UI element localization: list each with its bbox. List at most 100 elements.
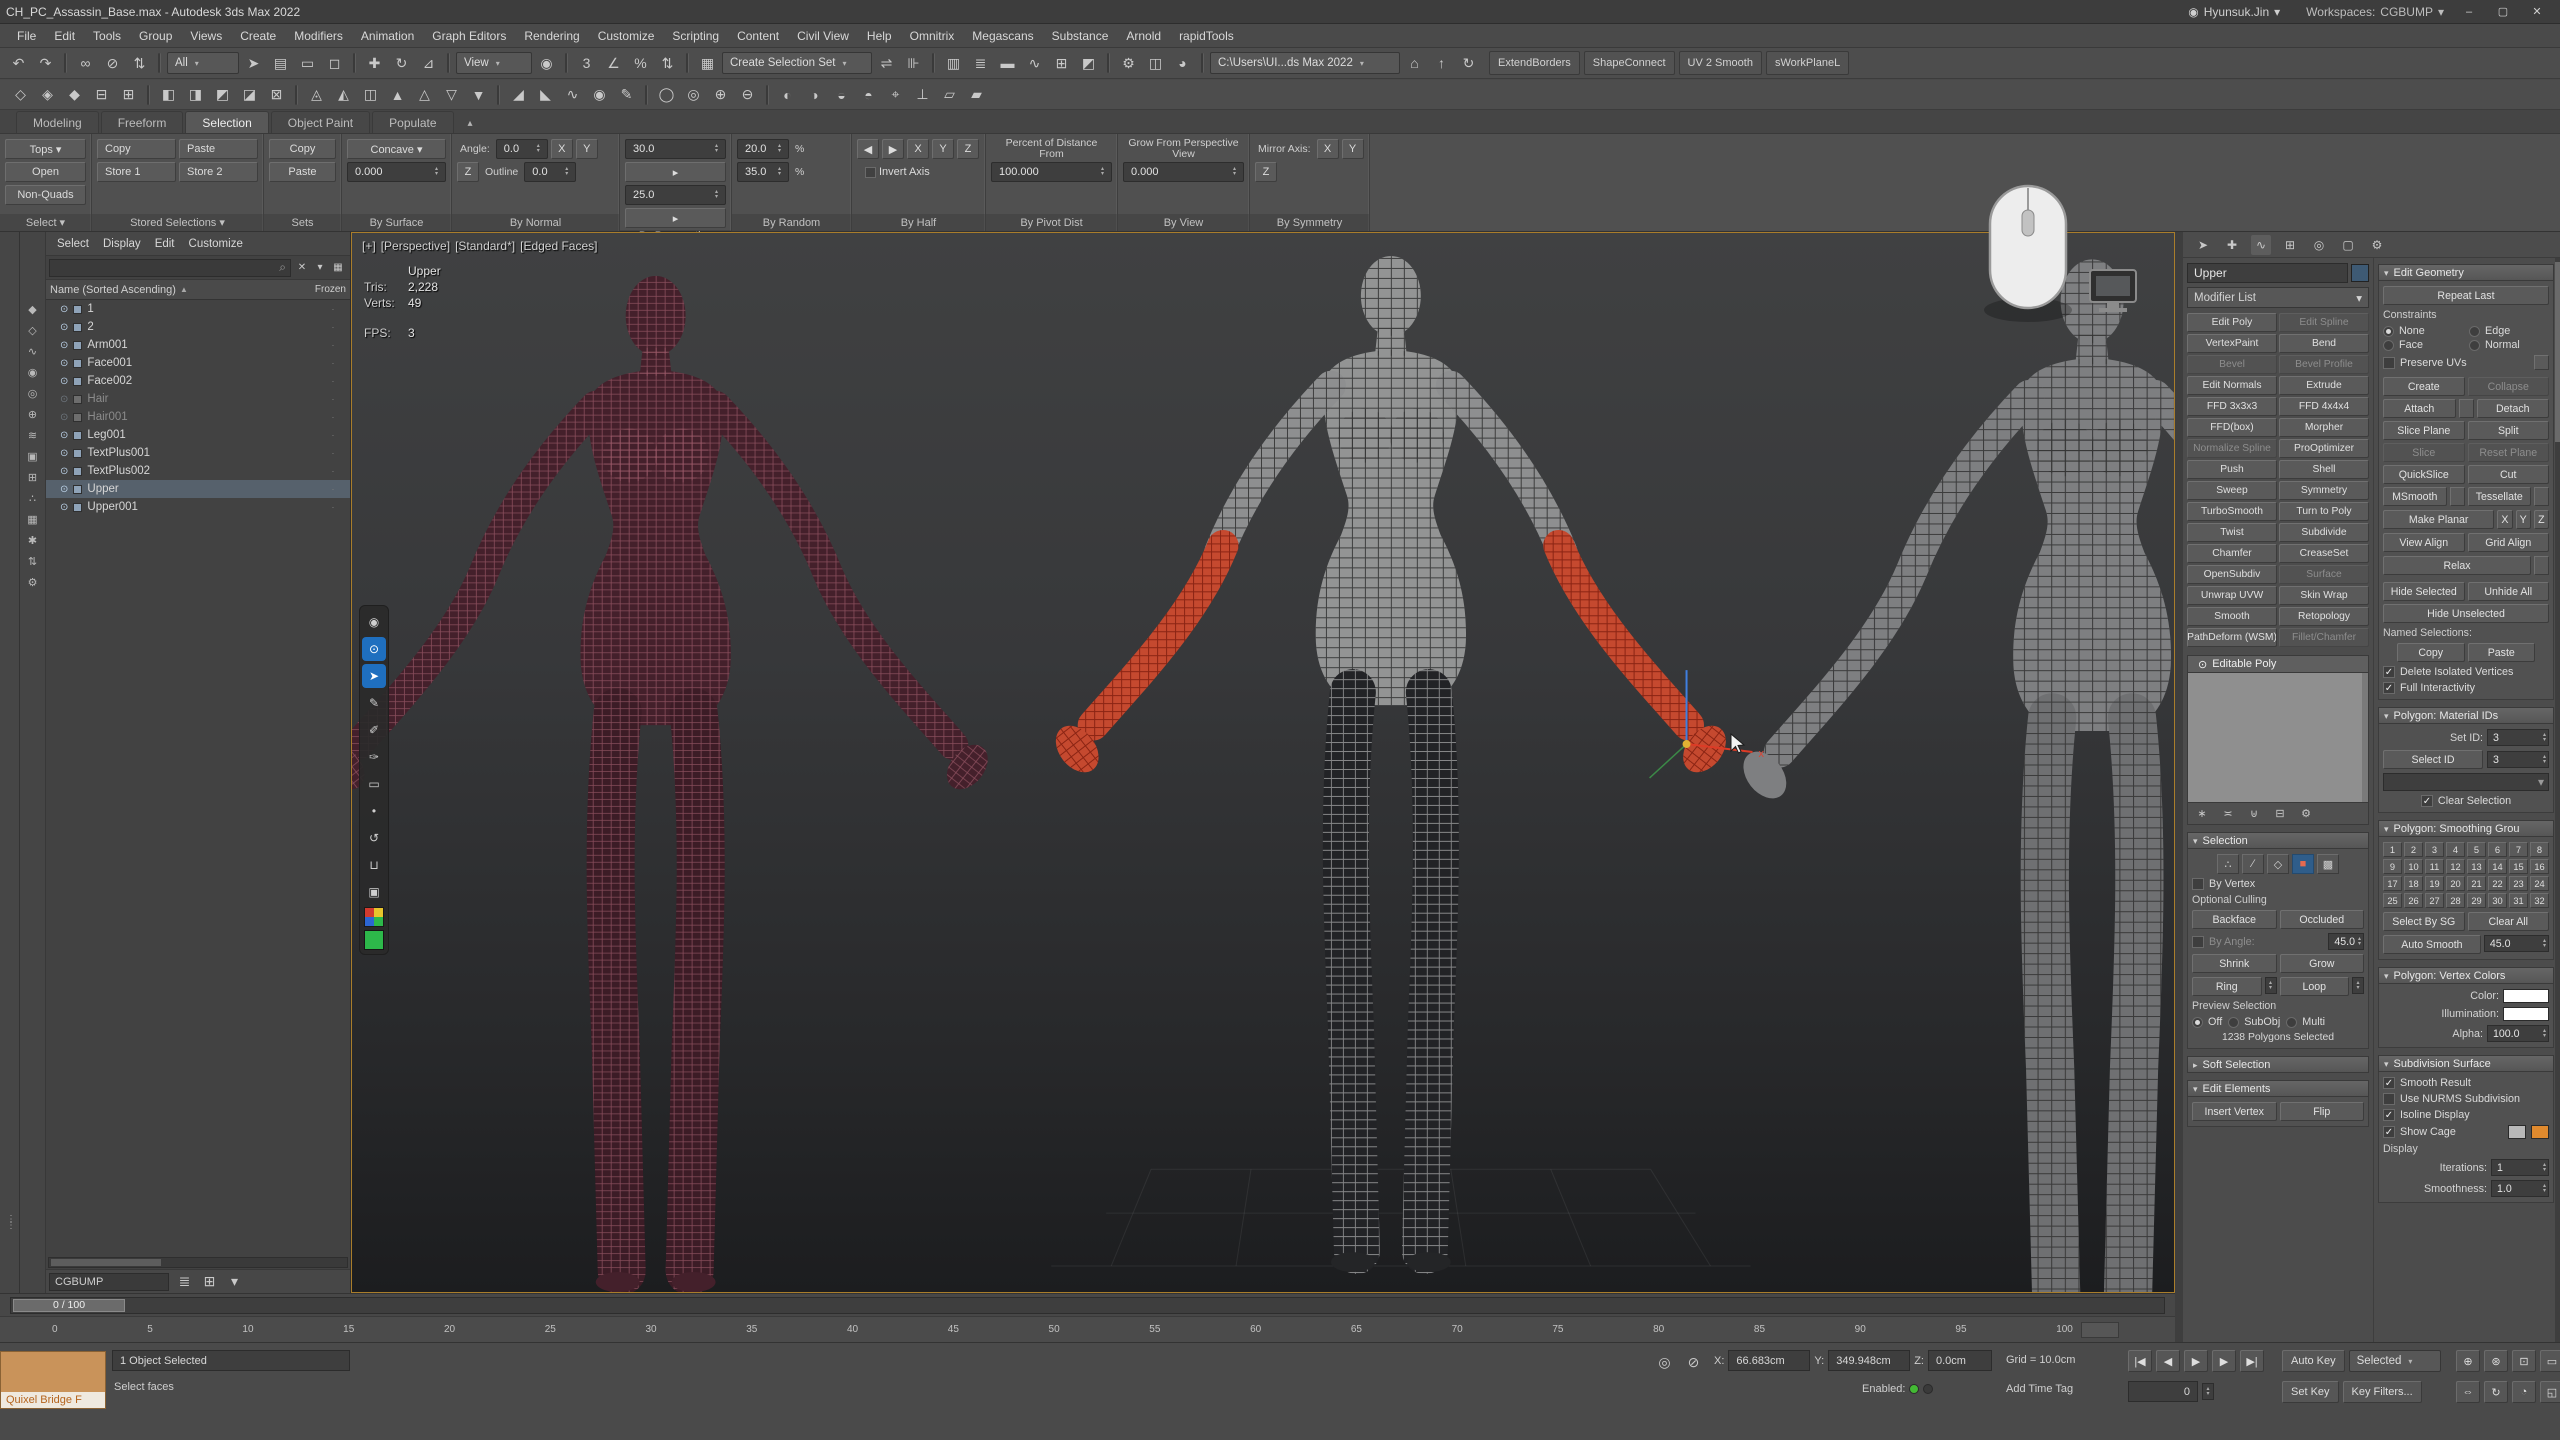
ribbon-control[interactable]: 0.0▴▾	[524, 162, 576, 182]
display-cameras-icon[interactable]: ◎	[23, 384, 43, 402]
menu-item[interactable]: Omnitrix	[901, 27, 964, 45]
angle-snap-icon[interactable]: ∠	[601, 51, 626, 76]
command-panel-scrollbar[interactable]	[2555, 258, 2560, 1342]
preserve-uvs-settings[interactable]	[2534, 355, 2549, 370]
ribbon-toggle-icon[interactable]: ▬	[995, 51, 1020, 76]
window-crossing-icon[interactable]: ◻	[322, 51, 347, 76]
columns-icon[interactable]: ▦	[329, 259, 347, 277]
ribbon-control[interactable]: Concave ▾▴▾	[347, 139, 446, 159]
frozen-toggle[interactable]: ·	[320, 376, 346, 386]
muted-status-dot[interactable]	[1923, 1384, 1933, 1394]
smoothing-group-button[interactable]: 10	[2404, 859, 2423, 874]
smoothing-group-button[interactable]: 25	[2383, 893, 2402, 908]
modifier-stack-list[interactable]	[2187, 673, 2369, 803]
modifier-button[interactable]: Extrude	[2279, 376, 2369, 395]
slice-tool-icon[interactable]: ◩	[210, 82, 235, 107]
clear-screen-icon[interactable]: ⊔	[362, 853, 386, 877]
curve-editor-icon[interactable]: ∿	[1022, 51, 1047, 76]
percent-snap-icon[interactable]: %	[628, 51, 653, 76]
cursor-mode-icon[interactable]: ➤	[362, 664, 386, 688]
render-icon[interactable]: ◕	[1170, 51, 1195, 76]
visibility-eye-icon[interactable]: ⊙	[60, 502, 68, 513]
layer-list-icon[interactable]: ≣	[172, 1269, 197, 1294]
crease-tool-icon[interactable]: ◣	[533, 82, 558, 107]
ribbon-control[interactable]: X▴▾	[551, 139, 573, 159]
ribbon-control[interactable]: Z▴▾	[457, 162, 479, 182]
panel-footer[interactable]: By Pivot Dist	[986, 214, 1117, 231]
frozen-toggle[interactable]: ·	[320, 466, 346, 476]
enabled-status-dot[interactable]	[1909, 1384, 1919, 1394]
frozen-toggle[interactable]: ·	[320, 484, 346, 494]
visibility-eye-icon[interactable]: ⊙	[60, 322, 68, 333]
utilities-tab-icon[interactable]: ⚙	[2367, 235, 2387, 255]
edit-geometry-button[interactable]: Slice	[2383, 443, 2465, 462]
sort-mode-icon[interactable]: ⇅	[23, 552, 43, 570]
list-item[interactable]: ⊙ Hair ·	[46, 390, 350, 408]
edit-geometry-button[interactable]: Hide Unselected	[2383, 604, 2549, 623]
edit-geometry-button[interactable]: Slice Plane	[2383, 421, 2465, 440]
ribbon-tab[interactable]: Populate	[372, 111, 453, 133]
smoothing-group-button[interactable]: 14	[2488, 859, 2507, 874]
ribbon-control[interactable]: 0.0▴▾	[496, 139, 548, 159]
menu-item[interactable]: Graph Editors	[423, 27, 515, 45]
select-loop-icon[interactable]: ◯	[654, 82, 679, 107]
use-pivot-center-icon[interactable]: ◉	[534, 51, 559, 76]
display-toggle-icon[interactable]: ◒	[829, 82, 854, 107]
user-account-menu[interactable]: ◉ Hyunsuk.Jin ▾	[2188, 5, 2280, 19]
smoothing-group-button[interactable]: 15	[2509, 859, 2528, 874]
minimize-icon[interactable]: –	[2452, 1, 2486, 23]
column-header-frozen[interactable]: Frozen	[315, 284, 346, 295]
modifier-button[interactable]: Fillet/Chamfer	[2279, 628, 2369, 647]
ribbon-control[interactable]: 0.000▴▾	[1123, 162, 1244, 182]
smoothing-group-button[interactable]: 3	[2425, 842, 2444, 857]
ribbon-control[interactable]: ▸▴▾	[625, 162, 726, 182]
vertex-colors-rollout-header[interactable]: Polygon: Vertex Colors	[2378, 967, 2554, 984]
ribbon-control[interactable]: Angle:▴▾	[457, 139, 493, 159]
quickslice-tool-icon[interactable]: ◪	[237, 82, 262, 107]
settings-box-button[interactable]	[2534, 487, 2549, 506]
ribbon-control[interactable]: Z▴▾	[1255, 162, 1277, 182]
modifier-button[interactable]: PathDeform (WSM)	[2187, 628, 2277, 647]
loop-button[interactable]: Loop	[2280, 977, 2350, 996]
smoothing-group-button[interactable]: 9	[2383, 859, 2402, 874]
explorer-settings-icon[interactable]: ⚙	[23, 573, 43, 591]
modifier-button[interactable]: Bevel Profile	[2279, 355, 2369, 374]
smoothing-groups-rollout-header[interactable]: Polygon: Smoothing Grou	[2378, 820, 2554, 837]
display-containers-icon[interactable]: ▦	[23, 510, 43, 528]
weld-icon[interactable]: ◬	[304, 82, 329, 107]
modifier-button[interactable]: ProOptimizer	[2279, 439, 2369, 458]
zoom-region-icon[interactable]: ▭	[2540, 1350, 2560, 1372]
macro-script-button[interactable]: ExtendBorders	[1489, 51, 1580, 75]
smoothing-group-button[interactable]: 2	[2404, 842, 2423, 857]
xview-icon[interactable]: ◑	[802, 82, 827, 107]
zoom-icon[interactable]: ⊕	[2456, 1350, 2480, 1372]
frozen-toggle[interactable]: ·	[320, 412, 346, 422]
edit-geometry-button[interactable]: Collapse	[2468, 377, 2550, 396]
explorer-menu-item[interactable]: Edit	[148, 236, 182, 252]
edit-geometry-button[interactable]: Reset Plane	[2468, 443, 2550, 462]
list-item[interactable]: ⊙ Upper ·	[46, 480, 350, 498]
ring-spinner[interactable]	[2265, 977, 2277, 994]
build-end-icon[interactable]: ⊟	[89, 82, 114, 107]
make-planar-tool-icon[interactable]: ▱	[937, 82, 962, 107]
smoothing-group-button[interactable]: 7	[2509, 842, 2528, 857]
smoothing-group-button[interactable]: 6	[2488, 842, 2507, 857]
smoothing-group-button[interactable]: 16	[2530, 859, 2549, 874]
visibility-eye-icon[interactable]: ⊙	[60, 412, 68, 423]
alpha-spinner[interactable]: 100.0▴▾	[2487, 1025, 2549, 1042]
select-ring-icon[interactable]: ◎	[681, 82, 706, 107]
modifier-button[interactable]: Skin Wrap	[2279, 586, 2369, 605]
visibility-eye-icon[interactable]: ⊙	[60, 358, 68, 369]
conform-brush-icon[interactable]: ◉	[587, 82, 612, 107]
visibility-eye-icon[interactable]: ⊙	[60, 466, 68, 477]
show-cage-checkbox[interactable]: Show Cage	[2383, 1125, 2549, 1139]
ribbon-control[interactable]: X▴▾	[907, 139, 929, 159]
use-nurms-checkbox[interactable]: Use NURMS Subdivision	[2383, 1093, 2549, 1105]
statistics-icon[interactable]: ◓	[856, 82, 881, 107]
auto-smooth-button[interactable]: Auto Smooth	[2383, 935, 2481, 954]
ribbon-collapse-icon[interactable]: ▴	[462, 114, 479, 133]
select-and-scale-icon[interactable]: ⊿	[416, 51, 441, 76]
edit-geometry-button[interactable]: Copy	[2397, 643, 2465, 662]
ribbon-control[interactable]: 100.000▴▾	[991, 162, 1112, 182]
settings-box-button[interactable]	[2459, 399, 2474, 418]
